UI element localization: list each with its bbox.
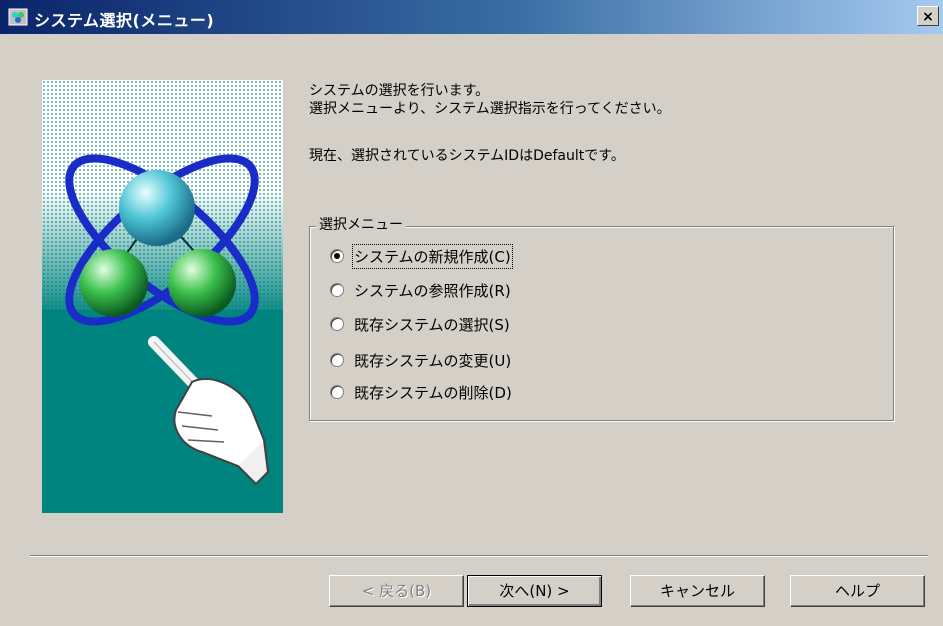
radio-label: システムの参照作成(R) (354, 281, 511, 300)
wizard-dialog: システム選択(メニュー) × システムの選択を行います。 選択メニューより、シス… (0, 0, 943, 626)
radio-new-system[interactable]: システムの新規作成(C) (330, 243, 513, 269)
app-icon (8, 7, 28, 27)
radio-label: システムの新規作成(C) (352, 243, 513, 269)
radio-label: 既存システムの選択(S) (354, 315, 510, 334)
radio-icon[interactable] (330, 283, 344, 297)
title-bar[interactable]: システム選択(メニュー) × (0, 0, 943, 34)
radio-label: 既存システムの変更(U) (354, 351, 512, 370)
radio-icon[interactable] (330, 385, 344, 399)
instruction-line-2: 選択メニューより、システム選択指示を行ってください。 (309, 101, 671, 117)
back-button[interactable]: < 戻る(B) (329, 575, 464, 607)
radio-label: 既存システムの削除(D) (354, 383, 512, 402)
radio-select-existing[interactable]: 既存システムの選択(S) (330, 313, 510, 335)
help-button[interactable]: ヘルプ (790, 575, 925, 607)
instruction-line-1: システムの選択を行います。 (309, 83, 490, 99)
next-button[interactable]: 次へ(N) > (467, 575, 602, 607)
separator (30, 555, 928, 557)
close-button[interactable]: × (917, 6, 939, 26)
cancel-button[interactable]: キャンセル (630, 575, 765, 607)
radio-icon[interactable] (330, 353, 344, 367)
wizard-illustration (42, 80, 283, 513)
radio-selected-icon[interactable] (330, 249, 344, 263)
window-title: システム選択(メニュー) (34, 11, 215, 30)
radio-reference-create[interactable]: システムの参照作成(R) (330, 279, 511, 301)
menu-group-label: 選択メニュー (316, 214, 406, 234)
radio-modify-existing[interactable]: 既存システムの変更(U) (330, 349, 511, 371)
close-icon: × (922, 9, 934, 25)
radio-icon[interactable] (330, 317, 344, 331)
current-system-text: 現在、選択されているシステムIDはDefaultです。 (309, 148, 625, 164)
radio-delete-existing[interactable]: 既存システムの削除(D) (330, 381, 512, 403)
